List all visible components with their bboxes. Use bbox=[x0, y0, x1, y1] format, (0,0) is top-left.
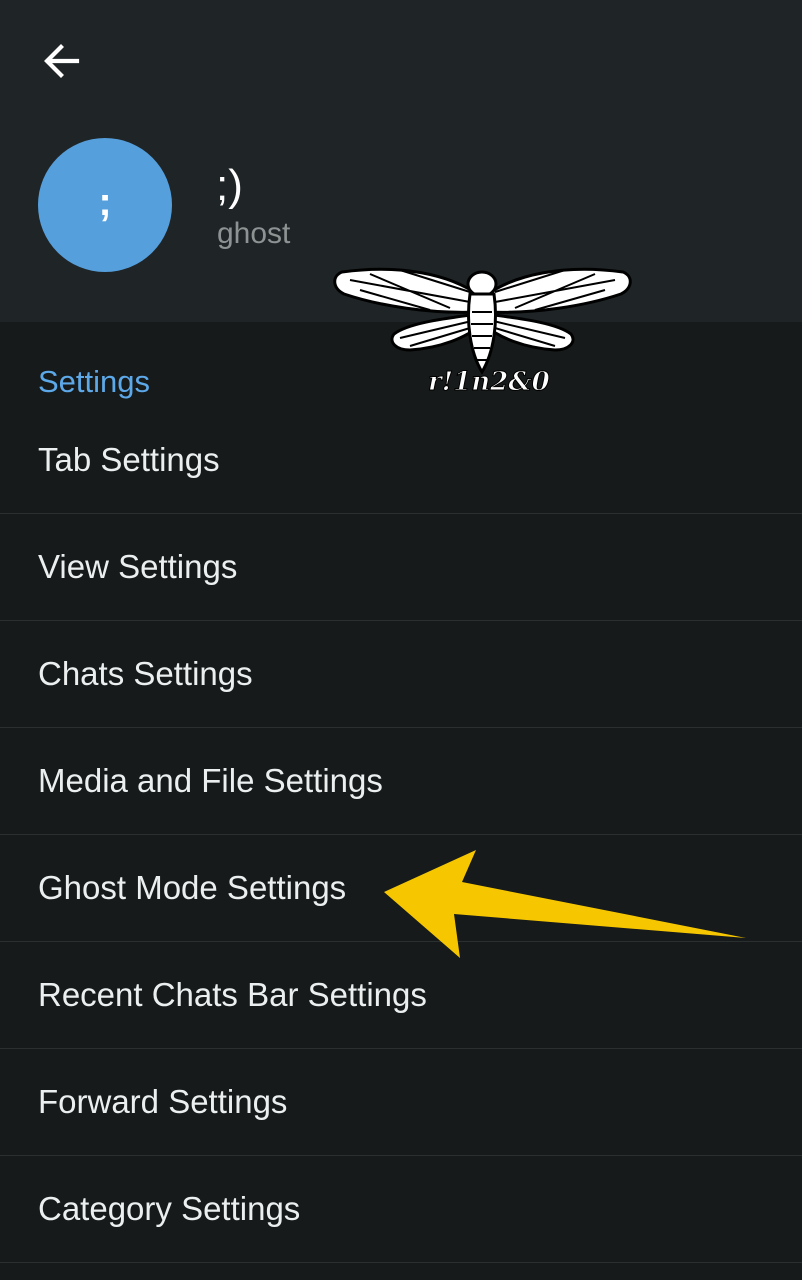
menu-item-media-file-settings[interactable]: Media and File Settings bbox=[0, 728, 802, 835]
menu-item-chats-settings[interactable]: Chats Settings bbox=[0, 621, 802, 728]
menu-item-label: Chats Settings bbox=[38, 655, 253, 692]
avatar[interactable]: ; bbox=[38, 138, 172, 272]
watermark-signature: r!1n2&0 bbox=[428, 367, 550, 397]
menu-item-label: Ghost Mode Settings bbox=[38, 869, 347, 906]
cicada-watermark-logo: r!1n2&0 bbox=[333, 267, 632, 398]
menu-item-view-settings[interactable]: View Settings bbox=[0, 514, 802, 621]
menu-item-label: Recent Chats Bar Settings bbox=[38, 976, 427, 1013]
menu-item-label: Forward Settings bbox=[38, 1083, 288, 1120]
settings-section-title: Settings bbox=[38, 364, 151, 399]
menu-item-label: Category Settings bbox=[38, 1190, 301, 1227]
profile-status: ghost bbox=[217, 217, 291, 250]
profile-name: ;) bbox=[216, 161, 243, 210]
arrow-left-icon bbox=[44, 44, 80, 78]
menu-item-recent-chats-bar-settings[interactable]: Recent Chats Bar Settings bbox=[0, 942, 802, 1049]
menu-item-tab-settings[interactable]: Tab Settings bbox=[0, 406, 802, 514]
menu-item-forward-settings[interactable]: Forward Settings bbox=[0, 1049, 802, 1156]
menu-item-label: Media and File Settings bbox=[38, 762, 383, 799]
settings-menu: Tab Settings View Settings Chats Setting… bbox=[0, 406, 802, 1263]
menu-item-category-settings[interactable]: Category Settings bbox=[0, 1156, 802, 1263]
menu-item-label: Tab Settings bbox=[38, 440, 220, 478]
menu-item-label: View Settings bbox=[38, 548, 238, 585]
avatar-letter: ; bbox=[98, 180, 112, 224]
menu-item-ghost-mode-settings[interactable]: Ghost Mode Settings bbox=[0, 835, 802, 942]
back-button[interactable] bbox=[30, 30, 92, 92]
